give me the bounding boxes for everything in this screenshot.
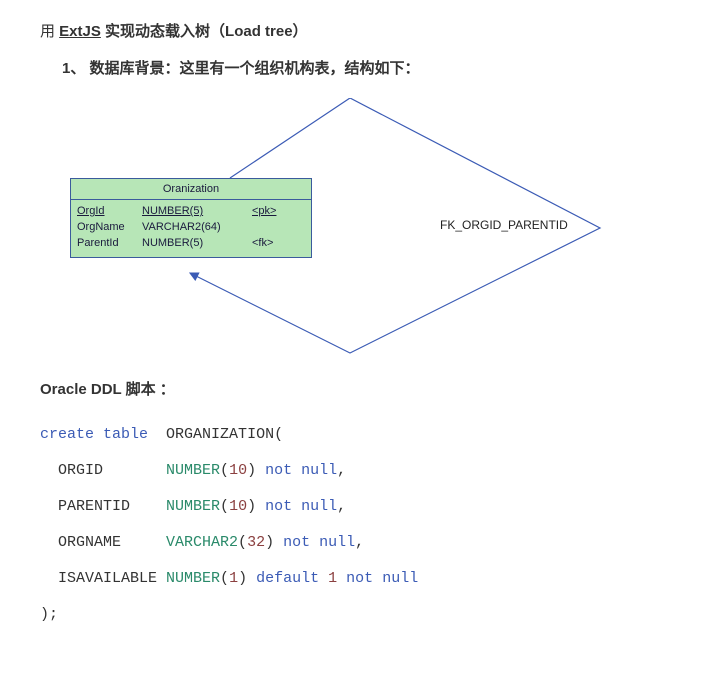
er-diagram: Oranization OrgId NUMBER(5) <pk> OrgName… — [40, 98, 640, 358]
entity-field-name: OrgId — [77, 203, 142, 219]
entity-field-type: NUMBER(5) — [142, 203, 252, 219]
ddl-line-3: ORGNAME VARCHAR2(32) not null, — [40, 525, 669, 561]
list-text: 数据库背景：这里有一个组织机构表，结构如下： — [90, 60, 420, 77]
entity-field-key: <pk> — [252, 203, 292, 219]
entity-field-name: ParentId — [77, 235, 142, 251]
list-item-1: 1、 数据库背景：这里有一个组织机构表，结构如下： — [62, 57, 669, 78]
fk-label: FK_ORGID_PARENTID — [440, 218, 568, 232]
entity-oranization: Oranization OrgId NUMBER(5) <pk> OrgName… — [70, 178, 312, 258]
heading-prefix: 用 — [40, 23, 59, 40]
heading-suffix: 实现动态载入树（Load tree） — [101, 23, 308, 40]
entity-row-0: OrgId NUMBER(5) <pk> — [77, 203, 305, 219]
ddl-title: Oracle DDL 脚本 ： — [40, 378, 669, 399]
ddl-line-2: PARENTID NUMBER(10) not null, — [40, 489, 669, 525]
entity-row-1: OrgName VARCHAR2(64) — [77, 219, 305, 235]
ddl-code-block: create table ORGANIZATION( ORGID NUMBER(… — [40, 417, 669, 633]
entity-field-type: VARCHAR2(64) — [142, 219, 252, 235]
entity-field-key: <fk> — [252, 235, 292, 251]
entity-field-key — [252, 219, 292, 235]
entity-field-type: NUMBER(5) — [142, 235, 252, 251]
entity-field-name: OrgName — [77, 219, 142, 235]
heading-extjs: ExtJS — [59, 23, 101, 40]
ddl-line-0: create table ORGANIZATION( — [40, 417, 669, 453]
heading-line: 用 ExtJS 实现动态载入树（Load tree） — [40, 20, 669, 41]
ddl-line-4: ISAVAILABLE NUMBER(1) default 1 not null — [40, 561, 669, 597]
entity-row-2: ParentId NUMBER(5) <fk> — [77, 235, 305, 251]
entity-title: Oranization — [71, 179, 311, 200]
list-number: 1、 — [62, 60, 85, 77]
ddl-line-1: ORGID NUMBER(10) not null, — [40, 453, 669, 489]
ddl-line-5: ); — [40, 597, 669, 633]
entity-body: OrgId NUMBER(5) <pk> OrgName VARCHAR2(64… — [71, 200, 311, 257]
